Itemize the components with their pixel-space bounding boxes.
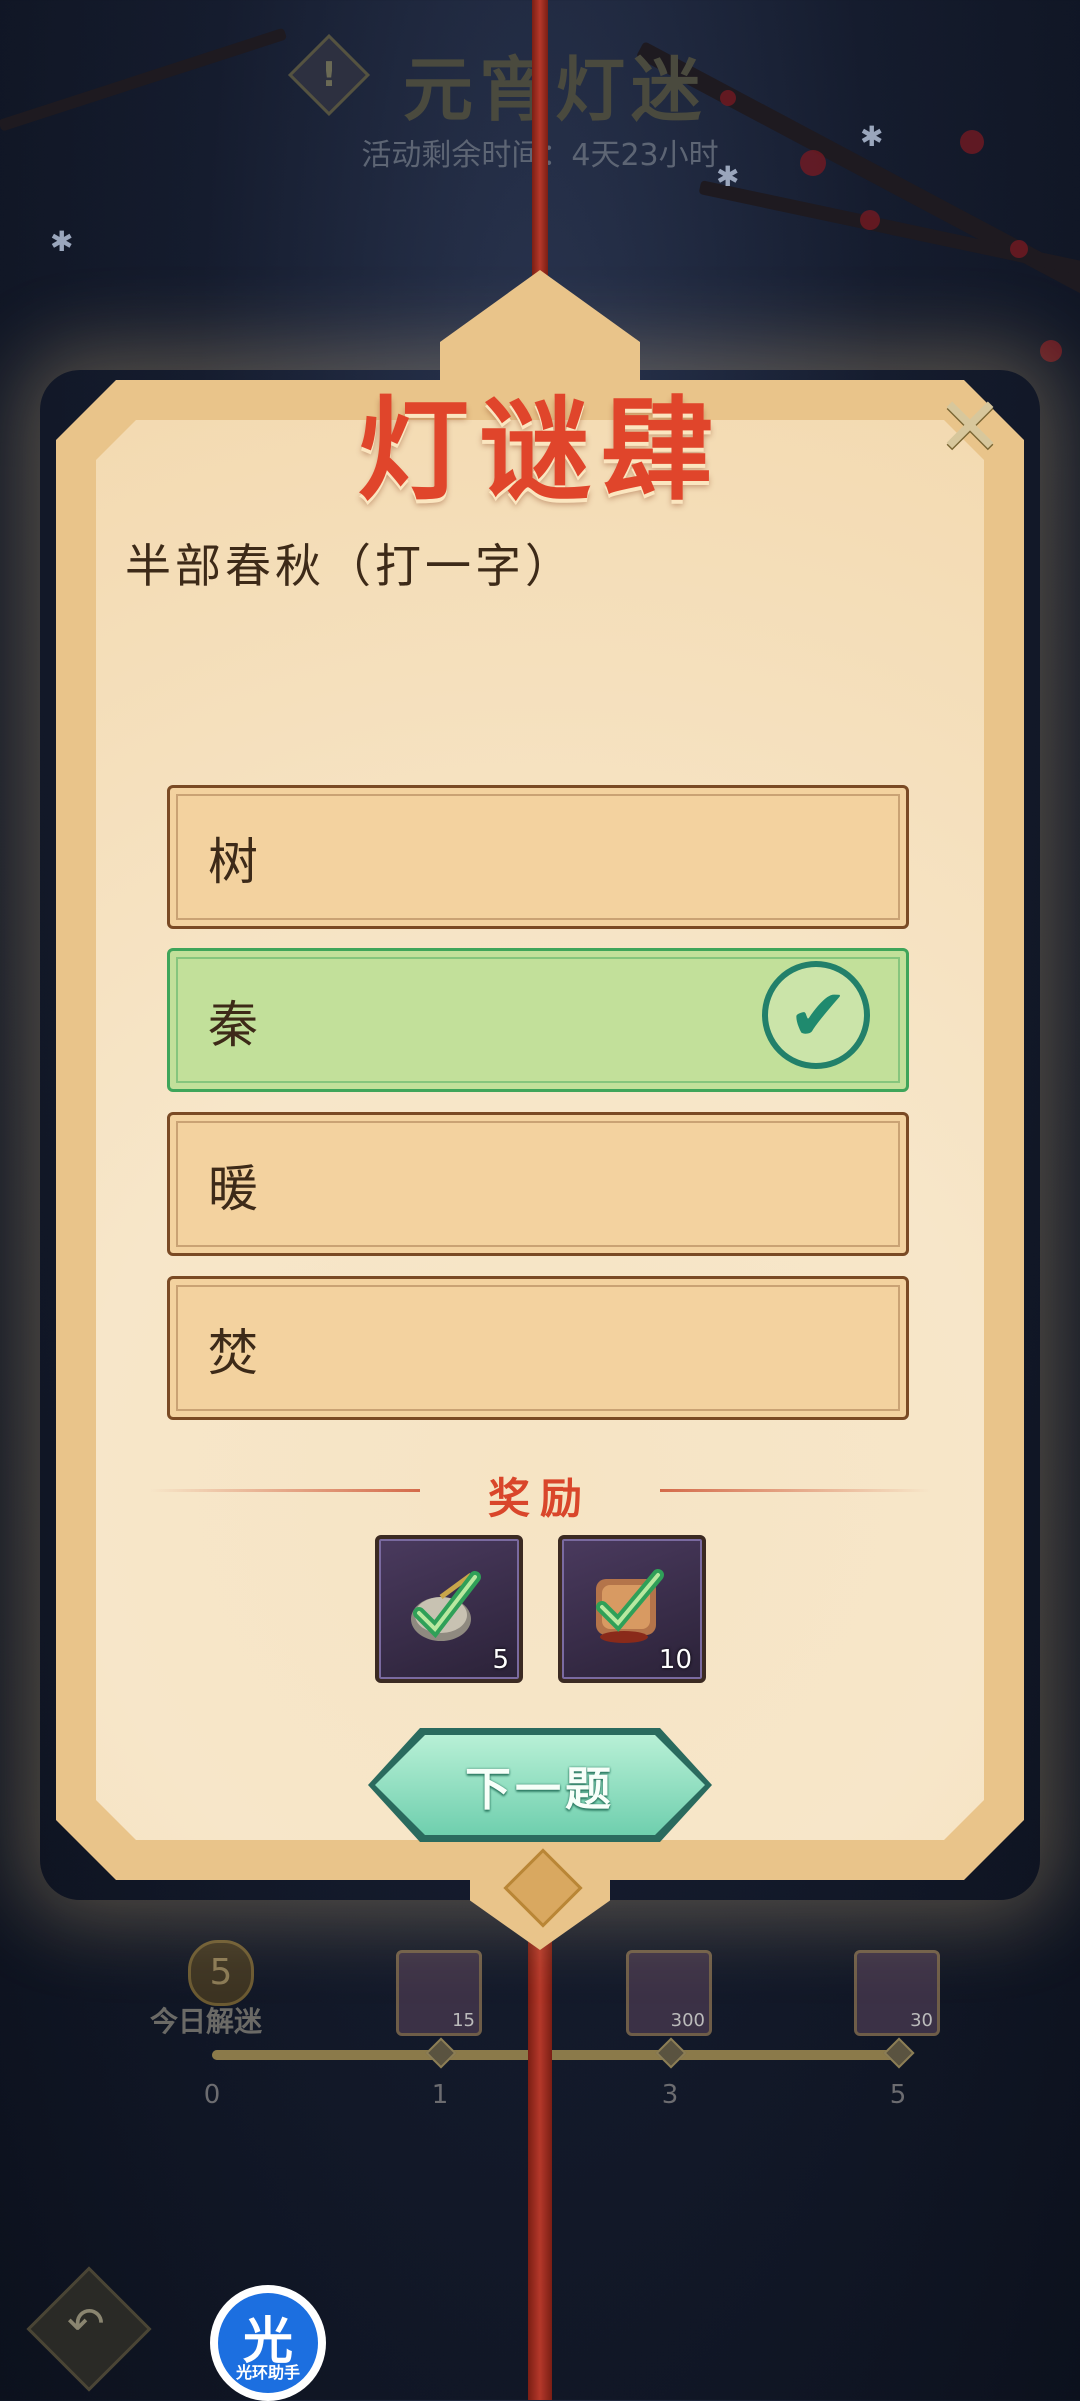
reward-item-2[interactable]: 10	[558, 1535, 706, 1683]
helper-app-button[interactable]: 光 光环助手	[210, 2285, 326, 2401]
helper-app-logo: 光 光环助手	[218, 2293, 318, 2393]
tree-branch	[698, 180, 1080, 282]
close-icon: ✕	[936, 380, 1004, 473]
answer-option-label: 树	[208, 833, 258, 891]
lantern-tassel	[528, 1920, 552, 2400]
info-badge[interactable]: !	[287, 33, 371, 117]
page-title: 元宵灯迷	[403, 48, 707, 131]
milestone-label: 0	[203, 2080, 221, 2110]
answer-option-label: 秦	[208, 996, 258, 1054]
milestone-node	[425, 2037, 457, 2069]
reward-header: 奖励	[150, 1465, 930, 1523]
reward-quantity: 5	[492, 1645, 509, 1675]
milestone-label: 1	[431, 2080, 449, 2110]
answer-option-3[interactable]: 暖	[167, 1112, 909, 1256]
plum-blossom	[860, 210, 880, 230]
milestone-reward-1[interactable]: 15	[396, 1950, 482, 2036]
riddle-question: 半部春秋（打一字）	[125, 539, 575, 593]
snowflake-icon: ✱	[50, 225, 74, 258]
answer-option-2[interactable]: 秦 ✔	[167, 948, 909, 1092]
back-arrow-icon: ↶	[67, 2297, 105, 2351]
answer-option-label: 焚	[208, 1324, 258, 1382]
scroll-icon	[596, 1569, 664, 1643]
progress-fill	[212, 2050, 902, 2060]
reward-title: 奖励	[487, 1474, 592, 1523]
milestone-reward-2[interactable]: 300	[626, 1950, 712, 2036]
reward-item-1[interactable]: 5	[375, 1535, 523, 1683]
milestone-node	[655, 2037, 687, 2069]
close-button[interactable]: ✕	[935, 387, 1005, 467]
answer-option-4[interactable]: 焚	[167, 1276, 909, 1420]
exclamation-icon: !	[321, 55, 337, 95]
next-question-label: 下一题	[465, 1762, 615, 1816]
pouch-icon	[411, 1571, 481, 1641]
milestone-label: 3	[661, 2080, 679, 2110]
today-solved-label: 今日解迷	[150, 2005, 263, 2038]
progress-track	[212, 2050, 902, 2060]
reward-quantity: 10	[658, 1645, 692, 1675]
milestone-node	[883, 2037, 915, 2069]
riddle-title: 灯谜肆	[357, 385, 723, 516]
answer-option-1[interactable]: 树	[167, 785, 909, 929]
today-solved-count: 5	[188, 1940, 254, 2006]
plum-blossom	[1040, 340, 1062, 362]
answer-option-label: 暖	[208, 1160, 258, 1218]
back-button[interactable]: ↶	[26, 2266, 152, 2392]
check-circle-icon: ✔	[762, 961, 870, 1069]
milestone-label: 5	[889, 2080, 907, 2110]
next-question-button[interactable]: 下一题	[375, 1735, 705, 1835]
divider	[660, 1489, 930, 1492]
divider	[150, 1489, 420, 1492]
milestone-reward-3[interactable]: 30	[854, 1950, 940, 2036]
plum-blossom	[1010, 240, 1028, 258]
